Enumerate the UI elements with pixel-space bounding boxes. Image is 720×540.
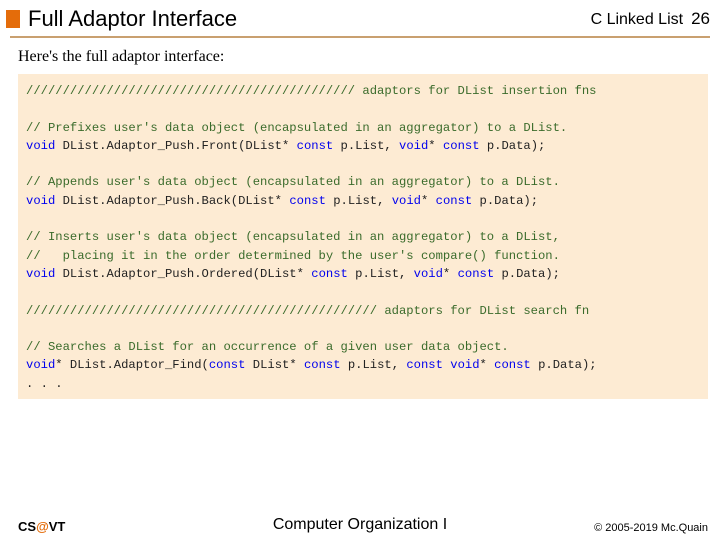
code-comment: ////////////////////////////////////////… — [26, 304, 589, 318]
footer-right: © 2005-2019 Mc.Quain — [594, 522, 708, 534]
code-comment: // Prefixes user's data object (encapsul… — [26, 121, 567, 135]
code-kw: const — [406, 358, 443, 372]
code-text: . . . — [26, 377, 63, 391]
code-kw: void — [399, 139, 428, 153]
code-text: p.List, — [326, 194, 392, 208]
code-kw: const — [436, 194, 473, 208]
footer-left-post: VT — [49, 519, 66, 534]
code-text: p.Data); — [472, 194, 538, 208]
code-text: * — [443, 267, 458, 281]
slide-body: Here's the full adaptor interface: /////… — [0, 44, 720, 513]
code-text: DList.Adaptor_Push.Front(DList* — [55, 139, 296, 153]
code-text: DList.Adaptor_Push.Back(DList* — [55, 194, 289, 208]
code-kw: void — [450, 358, 479, 372]
code-text: * — [421, 194, 436, 208]
code-kw: const — [494, 358, 531, 372]
code-text: p.List, — [333, 139, 399, 153]
code-text: p.Data); — [494, 267, 560, 281]
code-kw: void — [414, 267, 443, 281]
code-kw: void — [26, 194, 55, 208]
title-bar: Full Adaptor Interface C Linked List 26 — [0, 0, 720, 36]
code-text: p.Data); — [480, 139, 546, 153]
footer-left-pre: CS — [18, 519, 36, 534]
footer-left-at: @ — [36, 519, 49, 534]
code-text: DList* — [245, 358, 304, 372]
code-kw: const — [304, 358, 341, 372]
code-kw: const — [443, 139, 480, 153]
title-marker-icon — [6, 10, 20, 28]
code-kw: void — [26, 267, 55, 281]
header-right: C Linked List 26 — [591, 9, 710, 29]
code-kw: void — [392, 194, 421, 208]
code-kw: const — [289, 194, 326, 208]
code-text: p.List, — [341, 358, 407, 372]
code-kw: const — [458, 267, 495, 281]
footer-left: CS@VT — [18, 519, 65, 534]
header-rule — [10, 36, 710, 38]
code-comment: // Inserts user's data object (encapsula… — [26, 230, 560, 244]
code-kw: const — [311, 267, 348, 281]
code-comment: // Searches a DList for an occurrence of… — [26, 340, 509, 354]
code-comment: // placing it in the order determined by… — [26, 249, 560, 263]
course-tag: C Linked List — [591, 11, 684, 29]
footer-center: Computer Organization I — [273, 516, 447, 534]
code-text: p.Data); — [531, 358, 597, 372]
code-text: * — [480, 358, 495, 372]
code-text: * DList.Adaptor_Find( — [55, 358, 209, 372]
code-block: ////////////////////////////////////////… — [18, 74, 708, 399]
code-text: * — [428, 139, 443, 153]
slide-number: 26 — [691, 9, 710, 29]
code-kw: const — [209, 358, 246, 372]
code-comment: ////////////////////////////////////////… — [26, 84, 596, 98]
code-comment: // Appends user's data object (encapsula… — [26, 175, 560, 189]
slide-title: Full Adaptor Interface — [28, 6, 237, 32]
code-text: p.List, — [348, 267, 414, 281]
intro-text: Here's the full adaptor interface: — [18, 48, 708, 66]
footer: CS@VT Computer Organization I © 2005-201… — [0, 513, 720, 540]
code-kw: void — [26, 358, 55, 372]
code-kw: const — [297, 139, 334, 153]
code-text: DList.Adaptor_Push.Ordered(DList* — [55, 267, 311, 281]
code-kw: void — [26, 139, 55, 153]
slide-root: Full Adaptor Interface C Linked List 26 … — [0, 0, 720, 540]
